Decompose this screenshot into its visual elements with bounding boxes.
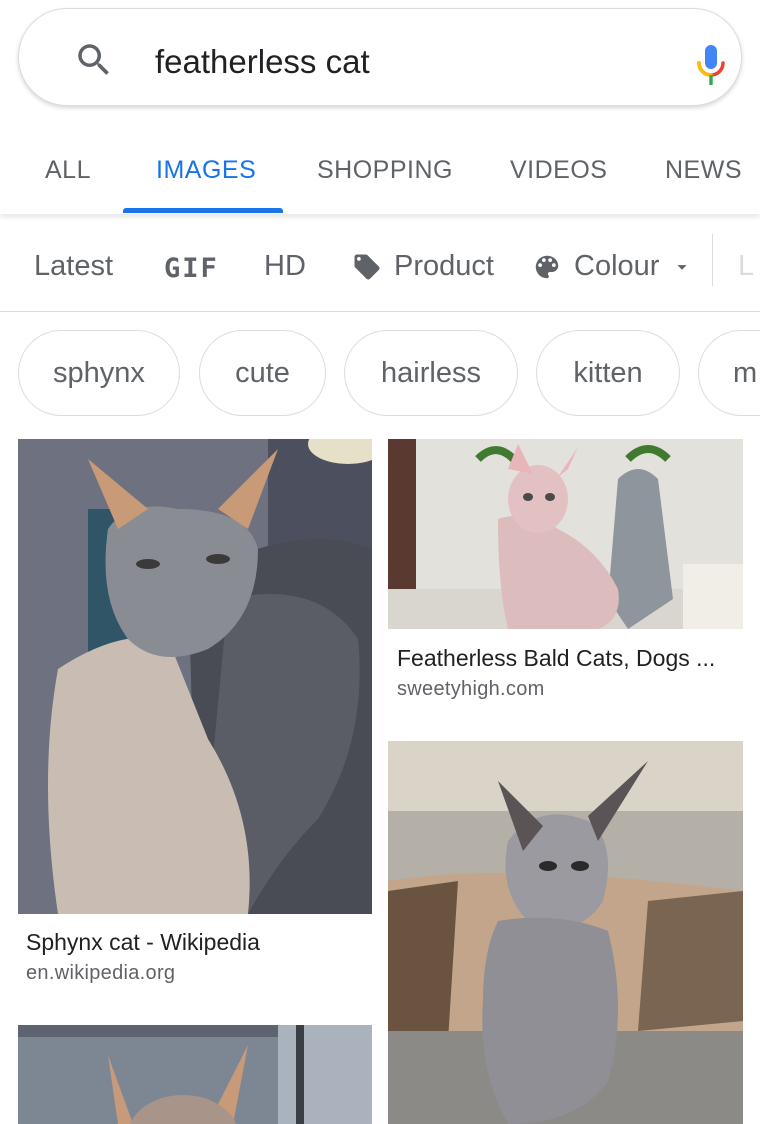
tag-icon: [354, 254, 380, 279]
filter-gif-label: GIF: [164, 253, 219, 284]
filter-colour[interactable]: Colour: [532, 250, 693, 283]
tab-images[interactable]: IMAGES: [156, 156, 256, 185]
dropdown-arrow-icon: [677, 264, 688, 270]
chip-hairless[interactable]: hairless: [344, 330, 518, 416]
result-title[interactable]: Sphynx cat - Wikipedia: [26, 929, 260, 956]
active-tab-indicator: [123, 208, 283, 213]
chip-sphynx[interactable]: sphynx: [18, 330, 180, 416]
filter-overflow-fragment: L: [738, 250, 755, 282]
tab-videos[interactable]: VIDEOS: [510, 156, 607, 185]
sphynx-cat-image[interactable]: [18, 439, 372, 914]
filter-divider: [712, 234, 713, 286]
filter-bar: Latest GIF HD Product Colour L: [0, 222, 760, 312]
palette-icon: [535, 255, 559, 278]
tab-news[interactable]: NEWS: [665, 156, 742, 185]
result-site: en.wikipedia.org: [26, 962, 176, 984]
tab-shopping[interactable]: SHOPPING: [317, 156, 453, 185]
chip-kitten[interactable]: kitten: [536, 330, 680, 416]
image-result[interactable]: Featherless Bald Cats, Dogs ... sweetyhi…: [388, 439, 743, 709]
search-tabs: ALL IMAGES SHOPPING VIDEOS NEWS: [0, 128, 760, 214]
chip-cute[interactable]: cute: [199, 330, 326, 416]
filter-product[interactable]: Product: [352, 250, 494, 283]
image-result[interactable]: Sphynx cat - Wikipedia en.wikipedia.org: [18, 439, 372, 999]
related-search-chips: sphynx cute hairless kitten m: [0, 328, 760, 420]
filter-gif[interactable]: GIF: [164, 253, 219, 284]
pink-sphynx-kitten-image[interactable]: [388, 439, 743, 629]
filter-hd-label: HD: [264, 250, 306, 282]
filter-latest-label: Latest: [34, 250, 113, 282]
result-site: sweetyhigh.com: [397, 678, 545, 700]
microphone-icon[interactable]: [695, 43, 727, 89]
grey-sphynx-kitten-image[interactable]: [388, 741, 743, 1124]
chip-more[interactable]: m: [698, 330, 760, 416]
search-bar[interactable]: featherless cat: [18, 8, 742, 106]
search-icon[interactable]: [73, 39, 115, 81]
filter-latest[interactable]: Latest: [34, 250, 113, 283]
filter-product-label: Product: [394, 250, 494, 282]
sphynx-cat-image-partial[interactable]: [18, 1025, 372, 1124]
filter-hd[interactable]: HD: [264, 250, 306, 283]
tab-all[interactable]: ALL: [45, 156, 91, 185]
result-title[interactable]: Featherless Bald Cats, Dogs ...: [397, 645, 715, 672]
image-result[interactable]: [18, 1025, 372, 1124]
filter-colour-label: Colour: [574, 250, 660, 282]
image-result[interactable]: [388, 741, 743, 1124]
search-input[interactable]: featherless cat: [155, 43, 370, 81]
